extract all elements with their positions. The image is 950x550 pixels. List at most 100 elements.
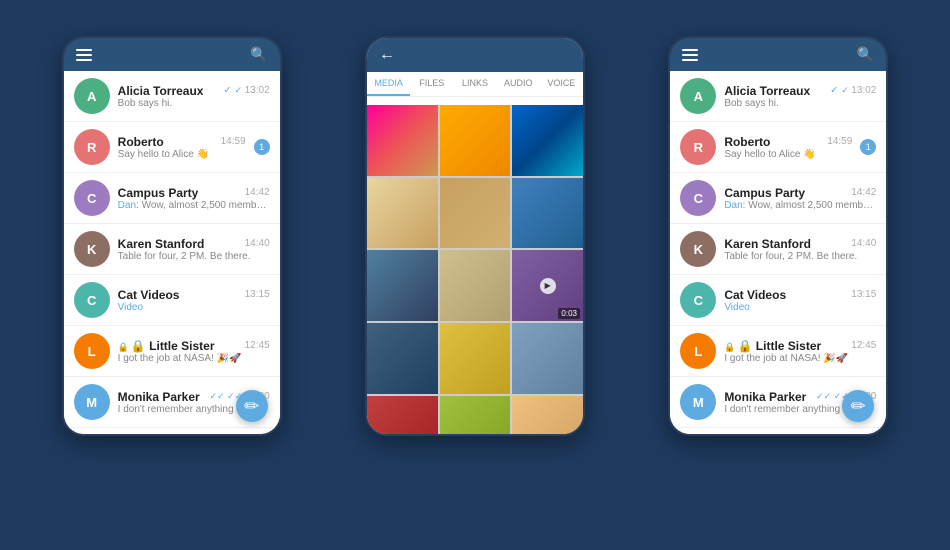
avatar: W (680, 435, 716, 436)
chat-name: Roberto (118, 135, 164, 149)
chat-item[interactable]: CCat Videos13:15Video (670, 275, 886, 326)
chat-name-row: Karen Stanford14:40 (724, 237, 876, 251)
chat-name-row: Alicia Torreaux ✓ 13:02 (724, 84, 876, 98)
media-cell[interactable] (440, 250, 511, 321)
right-menu-icon[interactable] (682, 49, 698, 61)
chat-time: 13:15 (245, 289, 270, 300)
chat-name: Monika Parker (118, 390, 200, 404)
chat-time: 12:45 (851, 340, 876, 351)
chat-time: 14:40 (245, 238, 270, 249)
media-cell[interactable] (440, 323, 511, 394)
chat-name-row: Roberto14:59 (118, 135, 246, 149)
media-tab-voice[interactable]: VOICE (540, 72, 583, 96)
media-month (367, 97, 583, 105)
chat-time: 12:45 (245, 340, 270, 351)
right-search-icon[interactable]: 🔍 (857, 46, 874, 63)
chat-item[interactable]: WWave HuntersJane: Meet you at the beach (64, 428, 280, 436)
chat-preview: Say hello to Alice 👋 (118, 149, 246, 160)
media-cell-inner (440, 323, 511, 394)
chat-name-row: Cat Videos13:15 (724, 288, 876, 302)
media-cell-inner (367, 323, 438, 394)
media-cell[interactable] (367, 396, 438, 436)
back-icon[interactable]: ← (379, 46, 395, 64)
chat-name-row: 🔒 Little Sister 12:45 (118, 339, 270, 353)
chat-name: Alicia Torreaux (118, 84, 204, 98)
chat-preview: Dan: Wow, almost 2,500 members! (118, 200, 270, 211)
left-phone-header: 🔍 (64, 38, 280, 71)
media-cell-inner (440, 250, 511, 321)
avatar: C (74, 180, 110, 216)
chat-name-row: Roberto14:59 (724, 135, 852, 149)
avatar: A (74, 78, 110, 114)
chat-name-row: Cat Videos 13:15 (118, 288, 270, 302)
chat-name: 🔒 Little Sister (118, 339, 215, 353)
right-panel: 🔍 A Alicia Torreaux ✓ 13:02 Bob says hi. RRo… (627, 20, 930, 530)
left-panel: 🔍 A Alicia Torreaux✓ 13:02Bob says hi. R Ro… (20, 20, 323, 530)
chat-item[interactable]: L🔒 Little Sister12:45I got the job at NA… (670, 326, 886, 377)
chat-item[interactable]: R Roberto14:59Say hello to Alice 👋 1 (64, 122, 280, 173)
chat-item[interactable]: A Alicia Torreaux ✓ 13:02 Bob says hi. (670, 71, 886, 122)
media-tab-links[interactable]: LINKS (453, 72, 496, 96)
media-tab-audio[interactable]: AUDIO (497, 72, 540, 96)
chat-info: Karen Stanford14:40Table for four, 2 PM.… (724, 237, 876, 262)
chat-info: Alicia Torreaux ✓ 13:02 Bob says hi. (724, 84, 876, 109)
media-cell[interactable] (367, 178, 438, 249)
unread-badge: 1 (254, 139, 270, 155)
chat-item[interactable]: KKaren Stanford14:40Table for four, 2 PM… (670, 224, 886, 275)
chat-item[interactable]: L🔒 Little Sister12:45I got the job at NA… (64, 326, 280, 377)
media-tab-media[interactable]: MEDIA (367, 72, 410, 96)
compose-fab[interactable]: ✏ (236, 390, 268, 422)
media-cell[interactable] (367, 105, 438, 176)
media-tab-files[interactable]: FILES (410, 72, 453, 96)
chat-name: Alicia Torreaux (724, 84, 810, 98)
media-cell[interactable] (512, 178, 583, 249)
chat-time: 14:42 (245, 187, 270, 198)
chat-preview: I got the job at NASA! 🎉🚀 (724, 353, 876, 364)
media-cell[interactable]: ▶0:03 (512, 250, 583, 321)
avatar: R (74, 129, 110, 165)
chat-preview: Bob says hi. (724, 98, 876, 109)
right-chat-list: A Alicia Torreaux ✓ 13:02 Bob says hi. RRobe… (670, 71, 886, 436)
middle-panel: ← MEDIAFILESLINKSAUDIOVOICE ▶0:03 (323, 20, 626, 530)
avatar: M (74, 384, 110, 420)
avatar: A (680, 78, 716, 114)
chat-name: Cat Videos (724, 288, 786, 302)
media-cell[interactable] (512, 396, 583, 436)
chat-item[interactable]: CCampus Party14:42Dan: Wow, almost 2,500… (670, 173, 886, 224)
media-cell[interactable] (512, 105, 583, 176)
chat-name: Cat Videos (118, 288, 180, 302)
media-cell[interactable] (440, 105, 511, 176)
avatar: K (74, 231, 110, 267)
chat-preview: Bob says hi. (118, 98, 270, 109)
play-icon: ▶ (540, 278, 556, 294)
media-cell[interactable] (440, 396, 511, 436)
media-cell[interactable] (367, 250, 438, 321)
chat-item[interactable]: C Campus Party14:42Dan: Wow, almost 2,500… (64, 173, 280, 224)
middle-phone: ← MEDIAFILESLINKSAUDIOVOICE ▶0:03 (365, 36, 585, 436)
chat-item[interactable]: KKaren Stanford14:40Table for four, 2 PM… (64, 224, 280, 275)
chat-info: Campus Party14:42Dan: Wow, almost 2,500 … (118, 186, 270, 211)
chat-item[interactable]: C Cat Videos 13:15 Video (64, 275, 280, 326)
avatar: M (680, 384, 716, 420)
chat-name-row: Alicia Torreaux✓ 13:02 (118, 84, 270, 98)
chat-name: Karen Stanford (118, 237, 205, 251)
media-cell-inner (367, 250, 438, 321)
chat-name: Campus Party (724, 186, 805, 200)
menu-icon[interactable] (76, 49, 92, 61)
media-cell[interactable] (367, 323, 438, 394)
media-cell-inner: ▶0:03 (512, 250, 583, 321)
chat-preview: Video (118, 302, 270, 313)
chat-item[interactable]: A Alicia Torreaux✓ 13:02Bob says hi. (64, 71, 280, 122)
media-cell[interactable] (512, 323, 583, 394)
chat-item[interactable]: WWave HuntersJane: Meet you at the beach (670, 428, 886, 436)
media-cell[interactable] (440, 178, 511, 249)
chat-item[interactable]: RRoberto14:59Say hello to Alice 👋1 (670, 122, 886, 173)
avatar: C (680, 282, 716, 318)
media-tabs: MEDIAFILESLINKSAUDIOVOICE (367, 72, 583, 97)
search-icon[interactable]: 🔍 (250, 46, 267, 63)
right-phone-header: 🔍 (670, 38, 886, 71)
chat-info: Campus Party14:42Dan: Wow, almost 2,500 … (724, 186, 876, 211)
media-cell-inner (367, 396, 438, 436)
avatar: C (74, 282, 110, 318)
chat-time: ✓ 13:02 (830, 85, 876, 96)
